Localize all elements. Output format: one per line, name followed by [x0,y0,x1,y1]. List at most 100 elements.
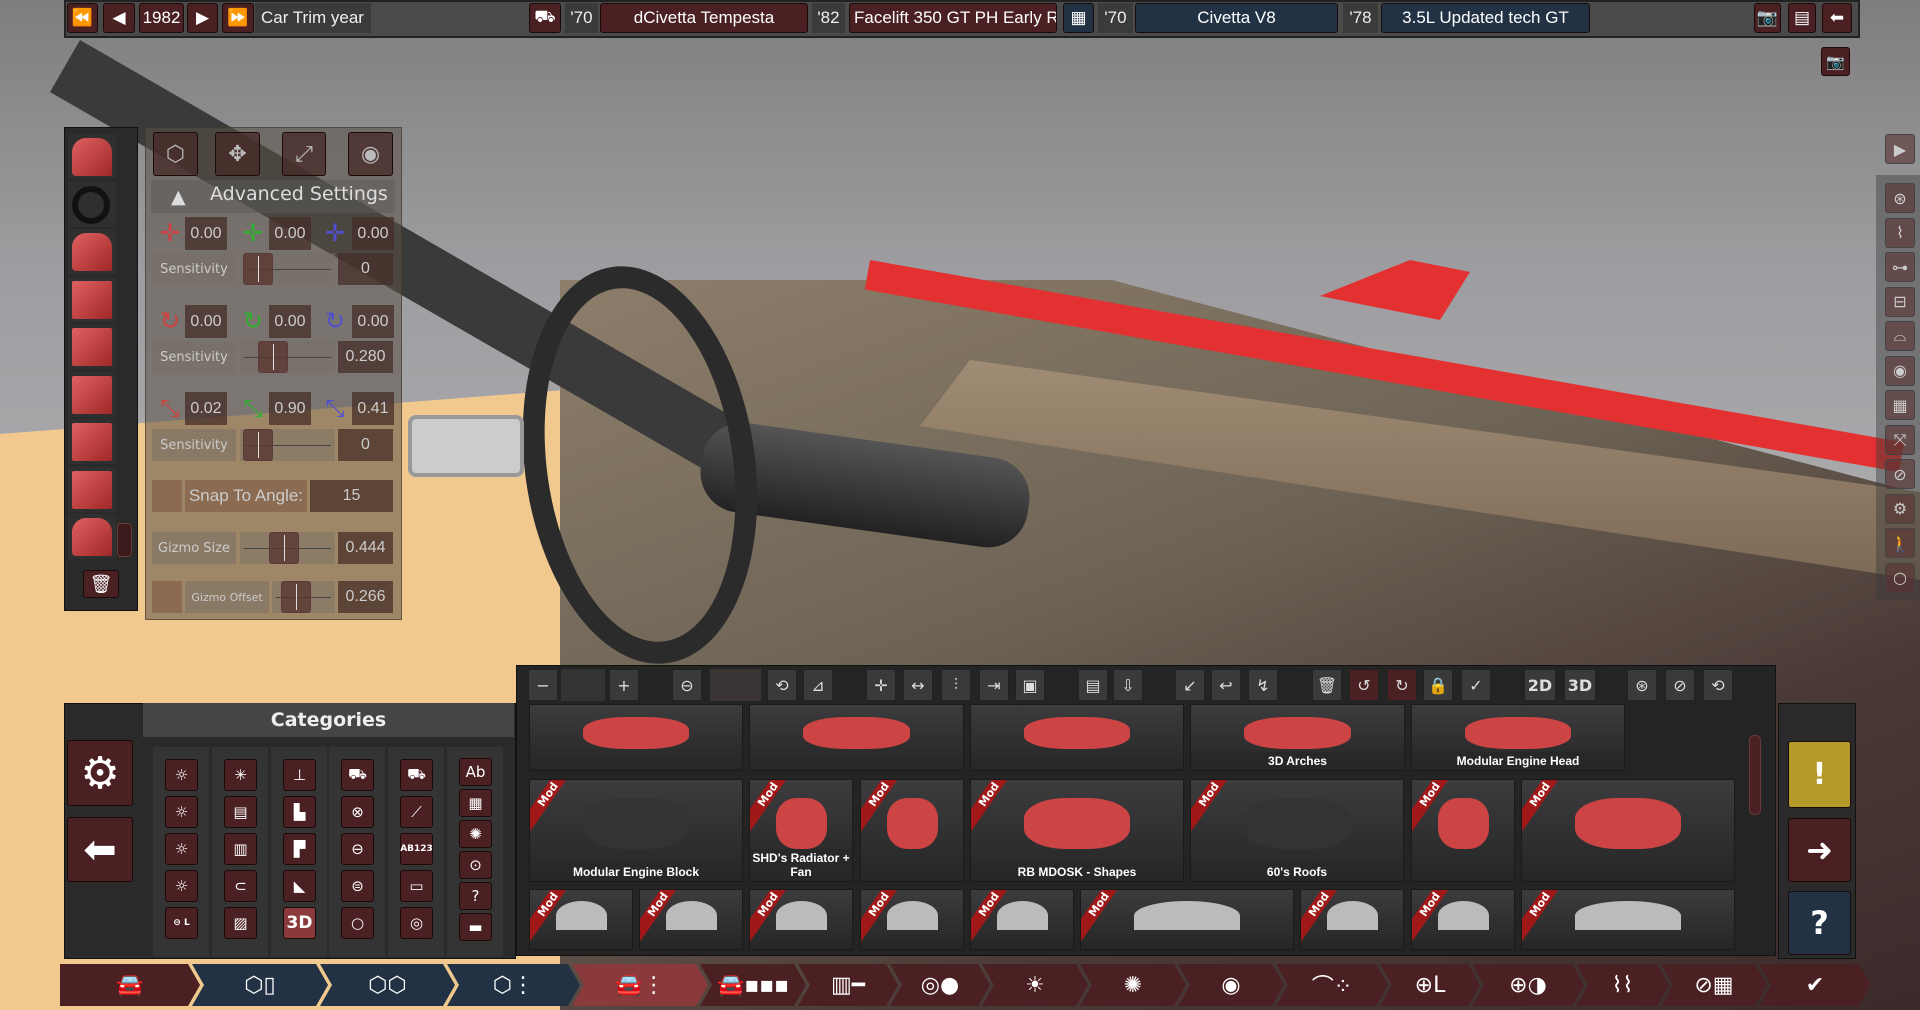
snap-a-icon[interactable]: ↙ [1175,669,1205,701]
nav-step-6[interactable]: ▥━ [798,964,898,1006]
side-tool-icon[interactable]: ⌇ [1885,217,1915,248]
part-tile[interactable]: Mod [1521,889,1735,950]
category-button[interactable]: ▤ [224,796,257,828]
category-button[interactable]: ⊙ [459,851,492,879]
rotation-y-field[interactable]: 0.00 [269,305,311,338]
angle-input[interactable] [710,669,761,701]
wheel-toggle-icon[interactable]: ⊛ [1627,669,1657,701]
category-button[interactable]: ☼ [165,759,198,791]
nav-step-2[interactable]: ⬡⬡ [320,964,455,1006]
slider-handle[interactable] [243,253,274,285]
category-button[interactable]: ? [459,882,492,910]
category-button[interactable]: ▛ [283,833,316,865]
scale-x-field[interactable]: 0.02 [185,392,227,425]
part-tile[interactable]: Mod [970,889,1074,950]
nav-step-13[interactable]: ⊕◑ [1472,964,1584,1006]
paste-icon[interactable]: ▣ [1015,669,1045,701]
snap-value[interactable]: 15 [310,480,393,512]
next-year-button[interactable]: ▶ [187,3,218,33]
undo-icon[interactable]: ↺ [1349,669,1379,701]
snap-c-icon[interactable]: ↯ [1248,669,1278,701]
slider-value[interactable]: 0.266 [338,581,393,613]
nav-step-3[interactable]: ⬡⋮ [447,964,580,1006]
nav-step-9[interactable]: ✺ [1080,964,1186,1006]
slider[interactable] [272,581,335,613]
side-tool-icon[interactable]: ▦ [1885,390,1915,420]
placed-part-item[interactable] [68,514,116,559]
slider-value[interactable]: 0 [338,429,393,461]
side-tool-icon[interactable]: ⊟ [1885,286,1915,317]
part-tile[interactable]: Mod [1300,889,1404,950]
part-tile[interactable]: Mod [529,889,633,950]
move-horizontal-icon[interactable]: ↔ [903,669,933,701]
zoom-in-button[interactable]: + [609,669,639,701]
category-button[interactable]: ☼ [165,833,198,865]
placed-part-item[interactable] [68,466,116,512]
move-icon[interactable]: ✥ [215,132,260,176]
hide-wheels-icon[interactable]: ⊘ [1665,669,1695,701]
cube-icon[interactable]: ⬡ [153,132,198,176]
side-tool-icon[interactable]: ⚙ [1885,493,1915,524]
category-button[interactable]: ◎ [400,907,433,939]
year-field[interactable]: 1982 [139,3,184,33]
eye-icon[interactable]: ◉ [348,132,393,176]
back-arrow-icon[interactable]: ⬅ [1822,3,1852,33]
category-button[interactable]: ▙ [283,796,316,828]
category-button[interactable]: ⛟ [400,759,433,791]
part-tile[interactable] [970,704,1184,771]
category-button[interactable]: ▬ [459,913,492,941]
nav-step-4[interactable]: 🚘⋮ [572,964,708,1006]
side-tool-icon[interactable]: 🚶 [1885,528,1915,558]
category-button[interactable]: ⛟ [341,759,374,791]
slider[interactable] [240,253,335,285]
warning-button[interactable]: ! [1788,741,1851,808]
side-tool-icon[interactable]: ⤧ [1885,424,1915,455]
lock-icon[interactable]: 🔒 [1423,669,1453,701]
category-button[interactable]: ⊖ [341,833,374,865]
side-tool-icon[interactable]: ◉ [1885,355,1915,386]
category-button[interactable]: ✳ [224,759,257,791]
back-arrow-button[interactable]: ⬅ [67,817,133,882]
nav-step-5[interactable]: 🚘▪▪▪ [700,964,806,1006]
apply-icon[interactable]: ✓ [1461,669,1491,701]
slider[interactable] [240,532,335,564]
snap-b-icon[interactable]: ↩ [1211,669,1241,701]
category-button[interactable]: ▥ [224,833,257,865]
placed-part-item[interactable] [68,229,116,274]
part-tile[interactable]: Mod [860,779,964,882]
side-tool-icon[interactable]: ○ [1885,562,1915,593]
slider-value[interactable]: 0 [338,253,393,285]
part-tile[interactable] [529,704,743,771]
position-y-field[interactable]: 0.00 [269,217,311,250]
side-tool-icon[interactable]: ⊘ [1885,459,1915,489]
size-input[interactable] [561,669,605,701]
nav-step-10[interactable]: ◉ [1178,964,1284,1006]
part-tile[interactable]: Mod [1080,889,1294,950]
parts-list-scrollbar[interactable] [117,523,132,557]
part-tile[interactable]: Mod [639,889,743,950]
placed-part-item[interactable] [68,419,116,464]
nav-step-11[interactable]: ⌒⁘ [1276,964,1388,1006]
category-button[interactable]: ⊗ [341,796,374,828]
slider[interactable] [240,341,335,373]
part-tile[interactable]: 3D Arches [1190,704,1405,771]
mirror-icon[interactable]: ⇥ [979,669,1009,701]
trash-icon[interactable]: 🗑 [1312,669,1342,701]
position-z-field[interactable]: 0.00 [352,217,394,250]
parts-scrollbar[interactable] [1749,735,1761,815]
move-vertical-icon[interactable]: ✛ [866,669,896,701]
slider-value[interactable]: 0.444 [338,532,393,564]
nav-step-8[interactable]: ☀ [982,964,1088,1006]
rotation-z-field[interactable]: 0.00 [352,305,394,338]
part-tile[interactable]: Mod SHD's Radiator + Fan [749,779,853,882]
3d-button[interactable]: 3D [1564,669,1596,701]
placed-part-item[interactable] [68,276,116,322]
nav-step-7[interactable]: ◎● [890,964,990,1006]
slider-handle[interactable] [268,532,299,564]
side-tool-icon[interactable]: ⌓ [1885,321,1915,351]
deselect-icon[interactable]: ⊖ [672,669,702,701]
scale-y-field[interactable]: 0.90 [269,392,311,425]
zoom-out-button[interactable]: − [528,669,558,701]
category-button[interactable]: ☼ [165,870,198,902]
slider-handle[interactable] [280,581,311,613]
